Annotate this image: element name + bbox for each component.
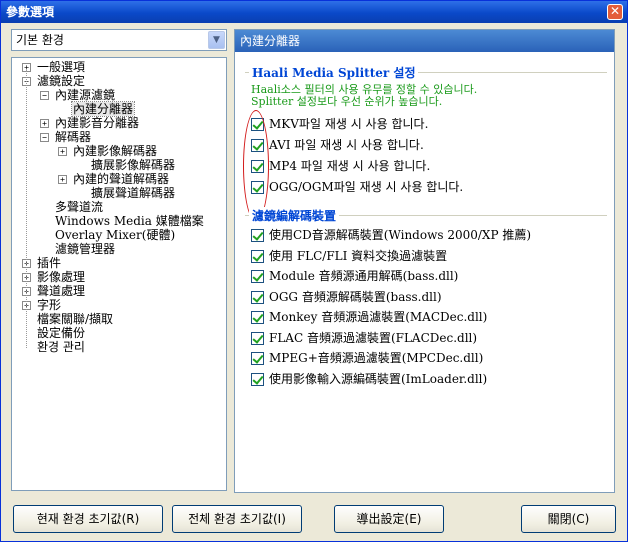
option-checkbox[interactable]: [251, 331, 264, 345]
tree-item-label: Windows Media 媒體檔案: [55, 214, 204, 228]
tree-item[interactable]: 內建分離器: [12, 101, 226, 117]
tree-item-label: 影像處理: [37, 270, 86, 284]
tree-item[interactable]: 擴展聲道解碼器: [12, 186, 226, 200]
tree-item-label: 檔案關聯/擷取: [37, 312, 114, 326]
option-label: MP4 파일 재생 시 사용 합니다.: [269, 159, 431, 173]
collapse-minus-icon[interactable]: −: [40, 133, 49, 142]
source-group-title: 濾鏡編解碼裝置: [249, 207, 340, 224]
option-label: MKV파일 재생 시 사용 합니다.: [269, 117, 429, 131]
tree-item[interactable]: Overlay Mixer(硬體): [12, 228, 226, 242]
expand-plus-icon[interactable]: +: [58, 175, 67, 184]
window-title: 參數選項: [6, 5, 55, 19]
panel-header: 內建分離器: [235, 30, 614, 52]
tree-item-label: 濾鏡管理器: [55, 242, 116, 256]
option-checkbox[interactable]: [251, 372, 264, 386]
tree-item-label: 多聲道流: [55, 200, 104, 214]
tree-item-label: 擴展聲道解碼器: [91, 186, 176, 200]
option-label: MPEG+音頻源過濾裝置(MPCDec.dll): [269, 351, 484, 365]
option-label: OGG/OGM파일 재생 시 사용 합니다.: [269, 180, 464, 194]
option-label: OGG 音頻源解碼裝置(bass.dll): [269, 289, 442, 304]
haali-splitter-group: Haali Media Splitter 설정 Haali소스 필터의 사용 유…: [245, 64, 607, 222]
tree-item[interactable]: + 內建影像解碼器: [12, 144, 226, 158]
tree-item[interactable]: + 字形: [12, 298, 226, 312]
option-checkbox[interactable]: [251, 229, 264, 242]
tree-item-label: 환경 관리: [37, 340, 85, 354]
tree-item-label: Overlay Mixer(硬體): [55, 228, 176, 242]
haali-group-title: Haali Media Splitter 설정: [249, 64, 419, 81]
option-label: FLAC 音頻源過濾裝置(FLACDec.dll): [269, 330, 478, 345]
tree-item-label: 設定備份: [37, 326, 86, 340]
tree-item-label: 內建分離器: [70, 101, 136, 117]
tree-item[interactable]: − 內建源濾鏡: [12, 88, 226, 102]
tree-item[interactable]: 設定備份: [12, 326, 226, 340]
option-label: AVI 파일 재생 시 사용 합니다.: [269, 138, 424, 152]
option-checkbox[interactable]: [251, 290, 264, 304]
tree-item[interactable]: + 聲道處理: [12, 284, 226, 298]
tree-item[interactable]: Windows Media 媒體檔案: [12, 214, 226, 228]
left-panel: 기본 환경 ▼ + 一般選項 − 濾鏡設定 − 內建源濾鏡 內建分離器 + 內建影音分離器 − 解碼…: [11, 29, 227, 493]
tree-item-label: 字形: [37, 298, 62, 312]
option-label: Monkey 音頻源過濾裝置(MACDec.dll): [269, 310, 488, 324]
tree-item[interactable]: 濾鏡管理器: [12, 242, 226, 256]
haali-description-line2: Splitter 설정보다 우선 순위가 높습니다.: [251, 95, 443, 108]
option-checkbox[interactable]: [251, 249, 264, 263]
settings-tree[interactable]: + 一般選項 − 濾鏡設定 − 內建源濾鏡 內建分離器 + 內建影音分離器 − 解碼器 + 內建影像解碼…: [11, 57, 227, 491]
title-bar[interactable]: 參數選項 ✕: [1, 1, 627, 23]
preferences-window: 參數選項 ✕ 기본 환경 ▼ + 一般選項 − 濾鏡設定 − 內建源濾鏡 內建分離器 + 內建影…: [0, 0, 628, 542]
tree-item-label: 插件: [37, 256, 62, 270]
expand-plus-icon[interactable]: +: [58, 147, 67, 156]
tree-item-label: 內建影像解碼器: [73, 144, 158, 158]
option-label: Module 音頻源通用解碼(bass.dll): [269, 269, 459, 283]
tree-item-label: 聲道處理: [37, 284, 86, 298]
tree-item[interactable]: 擴展影像解碼器: [12, 158, 226, 172]
tree-item[interactable]: + 插件: [12, 256, 226, 270]
tree-item[interactable]: 多聲道流: [12, 200, 226, 214]
option-checkbox[interactable]: [251, 311, 264, 324]
tree-item[interactable]: − 解碼器: [12, 130, 226, 144]
tree-item-label: 內建影音分離器: [55, 116, 140, 130]
profile-select-value: 기본 환경: [16, 33, 64, 47]
tree-item[interactable]: 환경 관리: [12, 340, 226, 354]
tree-item[interactable]: + 內建影音分離器: [12, 116, 226, 130]
reset-all-button[interactable]: 전체 환경 초기값(I): [172, 505, 302, 533]
tree-item-label: 擴展影像解碼器: [91, 158, 176, 172]
chevron-down-icon[interactable]: ▼: [208, 31, 225, 49]
option-checkbox[interactable]: [251, 270, 264, 283]
option-checkbox[interactable]: [251, 352, 264, 365]
settings-panel: 內建分離器 Haali Media Splitter 설정 Haali소스 필터…: [234, 29, 615, 493]
tree-item[interactable]: + 影像處理: [12, 270, 226, 284]
option-label: 使用CD音源解碼裝置(Windows 2000/XP 推薦): [269, 228, 532, 242]
collapse-minus-icon[interactable]: −: [40, 91, 49, 100]
tree-item[interactable]: + 一般選項: [12, 60, 226, 74]
tree-item-label: 濾鏡設定: [37, 74, 86, 88]
tree-item-label: 一般選項: [37, 60, 86, 74]
profile-select[interactable]: 기본 환경 ▼: [11, 29, 227, 51]
source-filter-group: 濾鏡編解碼裝置 使用CD音源解碼裝置(Windows 2000/XP 推薦) 使用…: [245, 207, 607, 405]
export-settings-button[interactable]: 導出設定(E): [334, 505, 444, 533]
tree-item[interactable]: + 內建的聲道解碼器: [12, 172, 226, 186]
tree-item[interactable]: 檔案關聯/擷取: [12, 312, 226, 326]
annotation-oval: [243, 110, 269, 222]
option-label: 使用影像輸入源編碼裝置(ImLoader.dll): [269, 371, 488, 386]
tree-item-label: 內建源濾鏡: [55, 88, 116, 102]
tree-guide-line: [26, 70, 27, 348]
tree-item-label: 解碼器: [55, 130, 92, 144]
close-button[interactable]: 關閉(C): [521, 505, 616, 533]
tree-item-label: 內建的聲道解碼器: [73, 172, 170, 186]
reset-current-button[interactable]: 현재 환경 초기값(R): [13, 505, 163, 533]
expand-plus-icon[interactable]: +: [40, 119, 49, 128]
tree-item[interactable]: − 濾鏡設定: [12, 74, 226, 88]
option-label: 使用 FLC/FLI 資料交換過濾裝置: [269, 248, 448, 263]
close-icon[interactable]: ✕: [607, 4, 623, 20]
